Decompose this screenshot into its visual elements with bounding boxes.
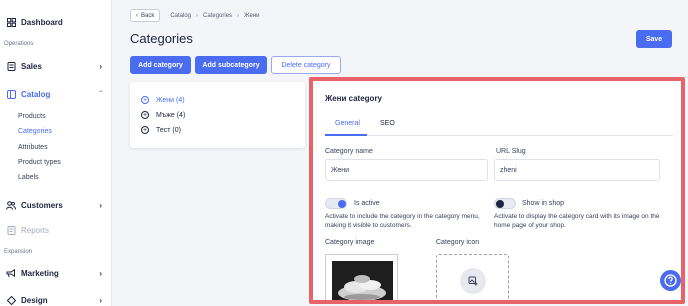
save-button[interactable]: Save [636, 30, 672, 48]
breadcrumb-current: Жени [244, 12, 260, 19]
nav-design-label: Design [21, 295, 48, 305]
chevron-right-icon: › [99, 295, 102, 305]
tree-item[interactable]: + Жени (4) [141, 96, 185, 104]
nav-sales-label: Sales [21, 61, 42, 71]
nav-dashboard[interactable]: Dashboard [6, 17, 106, 27]
back-button[interactable]: ‹ Back [130, 9, 161, 22]
add-subcategory-button[interactable]: Add subcategory [195, 56, 267, 74]
chevron-right-icon: › [99, 268, 102, 278]
sidebar-item-categories[interactable]: Categories [18, 128, 52, 135]
nav-reports-label: Reports [21, 225, 50, 235]
section-expansion: Expansion [4, 249, 33, 255]
breadcrumb-separator: › [237, 12, 240, 19]
section-operations: Operations [4, 41, 34, 47]
breadcrumb: ‹ Back Catalog › Categories › Жени [130, 9, 260, 22]
page-title: Categories [130, 31, 193, 46]
tree-item[interactable]: + Тест (0) [141, 126, 181, 134]
nav-sales[interactable]: Sales › [6, 61, 106, 71]
expand-icon[interactable]: + [141, 111, 149, 119]
breadcrumb-catalog[interactable]: Catalog [170, 13, 191, 19]
add-category-button[interactable]: Add category [130, 56, 191, 74]
tree-item[interactable]: + Мъже (4) [141, 111, 185, 119]
nav-marketing[interactable]: Marketing › [6, 268, 106, 278]
breadcrumb-categories[interactable]: Categories [203, 13, 232, 19]
chevron-right-icon: › [99, 200, 102, 210]
chevron-up-icon: ˆ [99, 89, 102, 99]
delete-category-button[interactable]: Delete category [271, 56, 341, 74]
receipt-icon [6, 61, 16, 71]
catalog-icon [6, 89, 16, 99]
nav-catalog-label: Catalog [21, 89, 51, 99]
sidebar-item-product-types[interactable]: Product types [18, 159, 61, 166]
nav-dashboard-label: Dashboard [21, 17, 63, 27]
highlight-frame [309, 77, 685, 304]
nav-marketing-label: Marketing [21, 268, 59, 278]
tree-item-label: Мъже (4) [156, 111, 186, 119]
help-icon [664, 274, 677, 287]
help-button[interactable] [660, 270, 681, 291]
reports-icon [6, 225, 16, 235]
breadcrumb-separator: › [196, 12, 199, 19]
sidebar-item-products[interactable]: Products [18, 113, 46, 120]
expand-icon[interactable]: + [141, 96, 149, 104]
design-icon [6, 295, 16, 305]
sidebar-item-labels[interactable]: Labels [18, 174, 39, 181]
megaphone-icon [6, 268, 16, 278]
dashboard-icon [6, 17, 16, 27]
users-icon [6, 200, 16, 210]
chevron-right-icon: › [99, 61, 102, 71]
back-button-label: Back [141, 12, 155, 19]
nav-design[interactable]: Design › [6, 295, 106, 305]
nav-catalog[interactable]: Catalog ˆ [6, 89, 106, 99]
nav-reports: Reports [6, 225, 106, 235]
tree-item-label: Жени (4) [156, 96, 185, 104]
nav-customers[interactable]: Customers › [6, 200, 106, 210]
expand-icon[interactable]: + [141, 126, 149, 134]
category-tree: + Жени (4) + Мъже (4) + Тест (0) [130, 82, 305, 148]
sidebar: Dashboard Operations Sales › Catalog ˆ P… [0, 0, 112, 306]
chevron-left-icon: ‹ [136, 12, 138, 19]
nav-customers-label: Customers [21, 200, 63, 210]
tree-item-label: Тест (0) [156, 126, 181, 134]
sidebar-item-attributes[interactable]: Attributes [18, 144, 48, 151]
